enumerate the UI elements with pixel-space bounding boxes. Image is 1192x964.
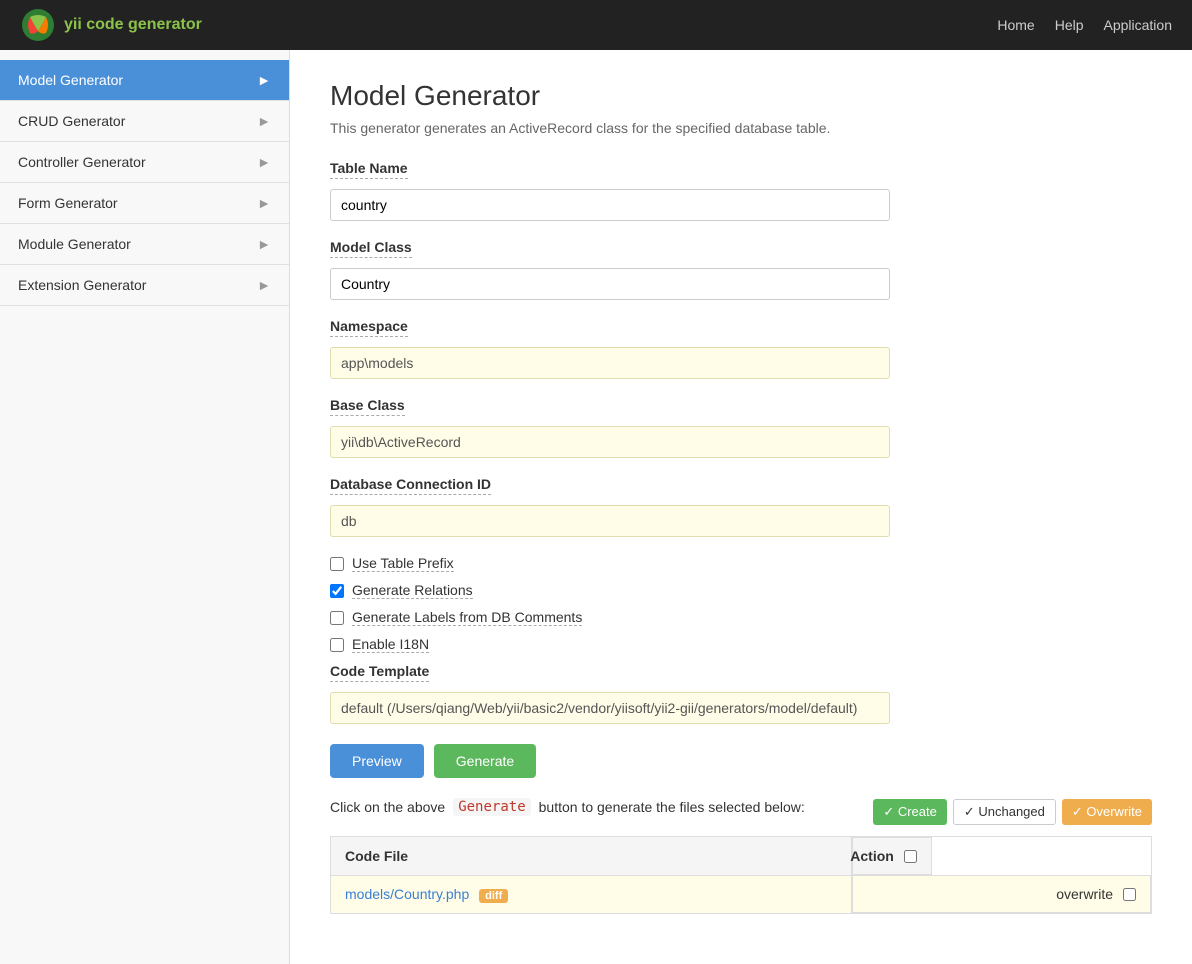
sidebar-label-module-generator: Module Generator [18, 236, 131, 252]
badge-unchanged: ✓ Unchanged [953, 799, 1056, 825]
db-connection-value: db [330, 505, 890, 537]
base-class-label: Base Class [330, 397, 405, 416]
base-class-value: yii\db\ActiveRecord [330, 426, 890, 458]
logo: yii code generator [20, 7, 202, 43]
generate-labels-checkbox[interactable] [330, 611, 344, 625]
action-value: overwrite [1056, 886, 1113, 902]
chevron-right-icon: ► [257, 195, 271, 211]
generate-keyword: Generate [453, 798, 530, 816]
generate-relations-group: Generate Relations [330, 582, 1152, 599]
sidebar-label-extension-generator: Extension Generator [18, 277, 146, 293]
chevron-right-icon: ► [257, 236, 271, 252]
sidebar-item-controller-generator[interactable]: Controller Generator ► [0, 142, 289, 183]
diff-badge[interactable]: diff [479, 889, 508, 903]
use-table-prefix-checkbox[interactable] [330, 557, 344, 571]
base-class-group: Base Class yii\db\ActiveRecord [330, 397, 1152, 458]
sidebar-item-form-generator[interactable]: Form Generator ► [0, 183, 289, 224]
action-header-label: Action [850, 848, 894, 864]
action-header-checkbox[interactable] [904, 850, 917, 863]
table-cell-action: overwrite [852, 875, 1151, 913]
model-class-input[interactable] [330, 268, 890, 300]
nav-help[interactable]: Help [1055, 17, 1084, 33]
sidebar-label-crud-generator: CRUD Generator [18, 113, 125, 129]
generate-info-row: Click on the above Generate button to ge… [330, 798, 1152, 826]
model-class-label: Model Class [330, 239, 412, 258]
namespace-group: Namespace app\models [330, 318, 1152, 379]
nav-home[interactable]: Home [997, 17, 1034, 33]
model-class-group: Model Class [330, 239, 1152, 300]
badges-row: ✓ Create ✓ Unchanged ✓ Overwrite [873, 799, 1152, 825]
generate-relations-label: Generate Relations [352, 582, 473, 599]
button-row: Preview Generate [330, 744, 1152, 778]
sidebar-item-extension-generator[interactable]: Extension Generator ► [0, 265, 289, 306]
nav-application[interactable]: Application [1104, 17, 1173, 33]
header-nav: Home Help Application [997, 17, 1172, 33]
header: yii code generator Home Help Application [0, 0, 1192, 50]
enable-i18n-checkbox[interactable] [330, 638, 344, 652]
table-name-input[interactable] [330, 189, 890, 221]
code-template-label: Code Template [330, 663, 429, 682]
code-template-value: default (/Users/qiang/Web/yii/basic2/ven… [330, 692, 890, 724]
table-cell-file: models/Country.php diff [331, 875, 852, 914]
use-table-prefix-group: Use Table Prefix [330, 555, 1152, 572]
db-connection-group: Database Connection ID db [330, 476, 1152, 537]
sidebar-label-form-generator: Form Generator [18, 195, 118, 211]
table-header-row: Code File Action [331, 837, 1152, 876]
badge-overwrite: ✓ Overwrite [1062, 799, 1152, 825]
sidebar-item-crud-generator[interactable]: CRUD Generator ► [0, 101, 289, 142]
generate-labels-label: Generate Labels from DB Comments [352, 609, 582, 626]
enable-i18n-label: Enable I18N [352, 636, 429, 653]
chevron-right-icon: ► [257, 72, 271, 88]
chevron-right-icon: ► [257, 154, 271, 170]
sidebar-item-model-generator[interactable]: Model Generator ► [0, 60, 289, 101]
table-name-label: Table Name [330, 160, 408, 179]
layout: Model Generator ► CRUD Generator ► Contr… [0, 50, 1192, 964]
enable-i18n-group: Enable I18N [330, 636, 1152, 653]
table-name-group: Table Name [330, 160, 1152, 221]
col-header-action: Action [852, 837, 932, 875]
table-row: models/Country.php diff overwrite [331, 875, 1152, 914]
generate-button[interactable]: Generate [434, 744, 536, 778]
chevron-right-icon: ► [257, 113, 271, 129]
col-header-code-file: Code File [331, 837, 852, 876]
preview-button[interactable]: Preview [330, 744, 424, 778]
page-description: This generator generates an ActiveRecord… [330, 120, 1152, 136]
file-link[interactable]: models/Country.php [345, 886, 469, 902]
generate-info-before: Click on the above [330, 799, 445, 815]
chevron-right-icon: ► [257, 277, 271, 293]
use-table-prefix-label: Use Table Prefix [352, 555, 454, 572]
yii-logo-icon [20, 7, 56, 43]
sidebar: Model Generator ► CRUD Generator ► Contr… [0, 50, 290, 964]
logo-text: yii code generator [64, 16, 202, 34]
sidebar-label-controller-generator: Controller Generator [18, 154, 146, 170]
sidebar-label-model-generator: Model Generator [18, 72, 123, 88]
page-title: Model Generator [330, 80, 1152, 112]
db-connection-label: Database Connection ID [330, 476, 491, 495]
code-template-group: Code Template default (/Users/qiang/Web/… [330, 663, 1152, 724]
generate-info: Click on the above Generate button to ge… [330, 798, 805, 816]
sidebar-item-module-generator[interactable]: Module Generator ► [0, 224, 289, 265]
namespace-value: app\models [330, 347, 890, 379]
main-content: Model Generator This generator generates… [290, 50, 1192, 964]
generate-labels-group: Generate Labels from DB Comments [330, 609, 1152, 626]
generate-info-after: button to generate the files selected be… [539, 799, 805, 815]
action-row-checkbox[interactable] [1123, 888, 1136, 901]
namespace-label: Namespace [330, 318, 408, 337]
badge-create: ✓ Create [873, 799, 947, 825]
generate-relations-checkbox[interactable] [330, 584, 344, 598]
files-table: Code File Action models/Country.php diff… [330, 836, 1152, 914]
